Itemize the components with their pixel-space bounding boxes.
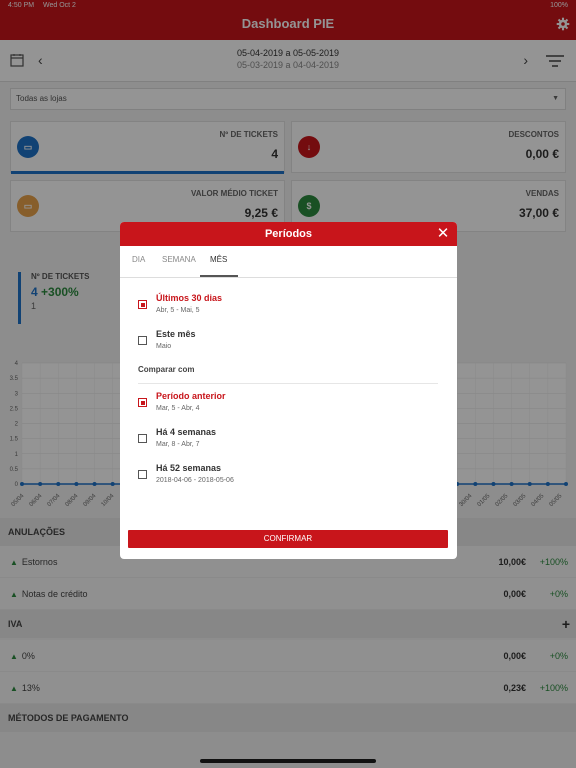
option-title: Há 52 semanas bbox=[156, 463, 222, 473]
option-subtitle: Abr, 5 - Mai, 5 bbox=[156, 307, 200, 314]
option-title: Últimos 30 dias bbox=[156, 293, 223, 303]
option-52-weeks-ago[interactable]: Há 52 semanas 2018-04-06 - 2018-05-06 bbox=[138, 463, 438, 493]
option-title: Há 4 semanas bbox=[156, 427, 217, 437]
period-tabs: DIA SEMANA MÊS bbox=[120, 246, 457, 278]
option-subtitle: Maio bbox=[156, 343, 172, 350]
tab-mes[interactable]: MÊS bbox=[210, 255, 227, 264]
compare-heading: Comparar com bbox=[138, 365, 195, 374]
tab-dia[interactable]: DIA bbox=[132, 255, 145, 264]
home-indicator bbox=[200, 759, 376, 763]
option-subtitle: Mar, 5 - Abr, 4 bbox=[156, 405, 200, 412]
divider bbox=[138, 383, 438, 384]
option-title: Este mês bbox=[156, 329, 196, 339]
option-this-month[interactable]: Este mês Maio bbox=[138, 329, 438, 359]
option-subtitle: 2018-04-06 - 2018-05-06 bbox=[156, 477, 234, 484]
checkbox[interactable] bbox=[138, 300, 147, 309]
tab-active-indicator bbox=[200, 275, 238, 277]
tab-semana[interactable]: SEMANA bbox=[162, 255, 196, 264]
option-title: Período anterior bbox=[156, 391, 226, 401]
option-4-weeks-ago[interactable]: Há 4 semanas Mar, 8 - Abr, 7 bbox=[138, 427, 438, 457]
periods-modal: Períodos ✕ DIA SEMANA MÊS Últimos 30 dia… bbox=[120, 222, 457, 559]
modal-title: Períodos bbox=[120, 222, 457, 246]
confirm-button[interactable]: CONFIRMAR bbox=[128, 530, 448, 548]
checkbox[interactable] bbox=[138, 336, 147, 345]
checkbox[interactable] bbox=[138, 398, 147, 407]
checkbox[interactable] bbox=[138, 434, 147, 443]
option-last-30-days[interactable]: Últimos 30 dias Abr, 5 - Mai, 5 bbox=[138, 293, 438, 323]
option-subtitle: Mar, 8 - Abr, 7 bbox=[156, 441, 200, 448]
option-previous-period[interactable]: Período anterior Mar, 5 - Abr, 4 bbox=[138, 391, 438, 421]
checkbox[interactable] bbox=[138, 470, 147, 479]
close-icon[interactable]: ✕ bbox=[433, 222, 453, 246]
